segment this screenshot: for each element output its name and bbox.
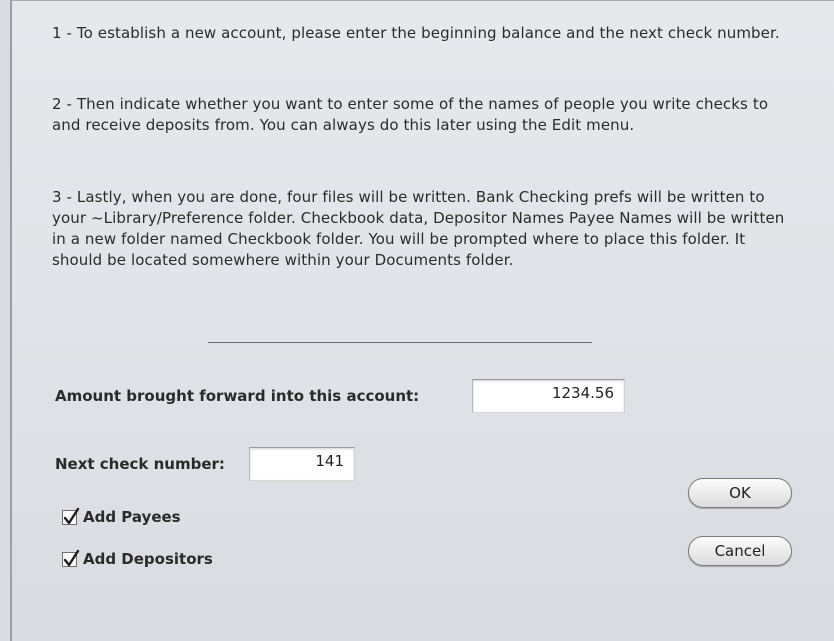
ok-button[interactable]: OK bbox=[688, 478, 792, 508]
add-depositors-checkbox[interactable]: Add Depositors bbox=[62, 549, 213, 568]
checkbox-box[interactable] bbox=[62, 507, 80, 525]
amount-input[interactable]: 1234.56 bbox=[472, 379, 625, 413]
instruction-step-1: 1 - To establish a new account, please e… bbox=[52, 24, 780, 42]
instruction-step-2: 2 - Then indicate whether you want to en… bbox=[52, 95, 769, 134]
next-check-label: Next check number: bbox=[55, 455, 225, 473]
amount-label: Amount brought forward into this account… bbox=[55, 387, 420, 405]
checkmark-icon bbox=[63, 549, 80, 566]
new-account-dialog: 1 - To establish a new account, please e… bbox=[10, 0, 834, 641]
checkmark-icon bbox=[63, 507, 80, 524]
cancel-button[interactable]: Cancel bbox=[688, 536, 792, 566]
next-check-input[interactable]: 141 bbox=[249, 447, 355, 481]
checkbox-box[interactable] bbox=[62, 549, 80, 567]
divider bbox=[208, 342, 592, 343]
add-payees-checkbox[interactable]: Add Payees bbox=[62, 507, 181, 526]
add-payees-label: Add Payees bbox=[83, 508, 181, 526]
instruction-step-3: 3 - Lastly, when you are done, four file… bbox=[52, 188, 785, 269]
add-depositors-label: Add Depositors bbox=[83, 550, 213, 568]
